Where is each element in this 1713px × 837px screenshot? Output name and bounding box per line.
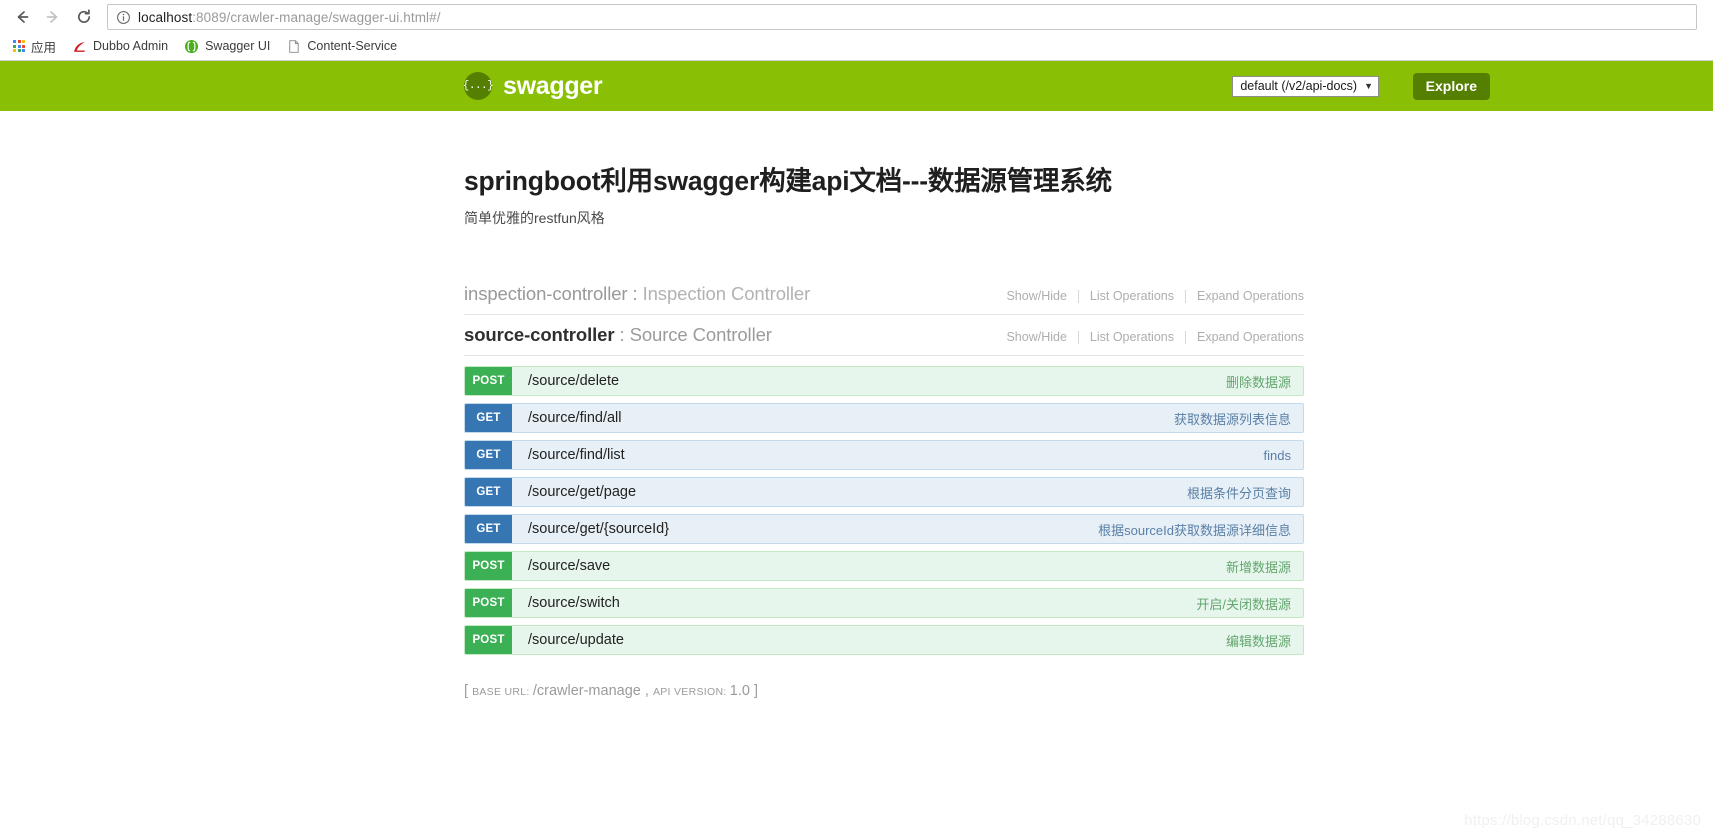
apps-grid-icon [13,40,25,52]
api-docs-select-value: default (/v2/api-docs) [1240,79,1358,93]
bookmark-swagger-ui-label: Swagger UI [205,39,271,53]
page-subtitle: 简单优雅的restfun风格 [464,210,605,226]
footer-close-bracket: ] [753,683,759,699]
swagger-logo-icon [185,39,199,53]
header-controls: default (/v2/api-docs) ▼ [1232,75,1379,97]
operation-method-badge: POST [465,367,512,395]
operation-method-badge: POST [465,626,512,654]
resource-id: inspection-controller [464,283,628,304]
page-document-icon [289,39,300,53]
operation-description: 新增数据源 [1225,559,1291,575]
base-url-label: BASE URL [472,686,527,698]
bookmark-dubbo-admin[interactable]: Dubbo Admin [65,35,175,57]
resource-title[interactable]: source-controller : Source Controller [464,324,772,346]
operation-path[interactable]: /source/update [512,626,1226,654]
bookmark-apps[interactable]: 应用 [6,35,63,57]
bookmark-dubbo-admin-label: Dubbo Admin [93,39,169,53]
resource-header: inspection-controller : Inspection Contr… [464,274,1304,315]
base-url-value: /crawler-manage [532,683,641,699]
chevron-down-icon: ▼ [1364,81,1373,91]
address-bar-host: localhost [138,9,193,25]
operation-path[interactable]: /source/get/{sourceId} [512,515,1098,543]
resource-op-links: Show/Hide List Operations Expand Operati… [1006,330,1304,344]
resource-separator: : [614,324,630,345]
address-bar[interactable]: localhost:8089/crawler-manage/swagger-ui… [107,4,1697,30]
list-operations-link[interactable]: List Operations [1079,289,1185,303]
bookmark-content-service-label: Content-Service [307,39,398,53]
api-docs-select[interactable]: default (/v2/api-docs) ▼ [1232,75,1379,97]
expand-operations-link[interactable]: Expand Operations [1186,330,1304,344]
dubbo-logo-icon [74,41,85,52]
bookmark-apps-label: 应用 [31,40,57,55]
back-button[interactable] [8,3,36,31]
operation-path[interactable]: /source/save [512,552,1226,580]
operation-row[interactable]: GET/source/find/all 获取数据源列表信息 [464,403,1304,433]
operation-path[interactable]: /source/delete [512,367,1226,395]
resource-header: source-controller : Source Controller Sh… [464,315,1304,356]
swagger-header-bar: {...} swagger default (/v2/api-docs) ▼ E… [0,61,1713,111]
resource-inspection-controller: inspection-controller : Inspection Contr… [464,274,1304,315]
forward-button[interactable] [39,3,67,31]
operation-description: 获取数据源列表信息 [1173,411,1291,427]
operation-row[interactable]: GET/source/get/page 根据条件分页查询 [464,477,1304,507]
operation-description: 根据sourceId获取数据源详细信息 [1098,522,1291,538]
operation-row[interactable]: POST/source/switch 开启/关闭数据源 [464,588,1304,618]
operation-method-badge: POST [465,589,512,617]
footer-open-bracket: [ [464,683,469,699]
explore-button[interactable]: Explore [1412,72,1490,100]
swagger-logo-group[interactable]: {...} swagger [463,71,603,101]
operation-description: 编辑数据源 [1225,633,1291,649]
resource-title[interactable]: inspection-controller : Inspection Contr… [464,283,810,305]
operation-description: 删除数据源 [1225,374,1291,390]
list-operations-link[interactable]: List Operations [1079,330,1185,344]
operation-row[interactable]: GET/source/find/list finds [464,440,1304,470]
operation-description: finds [1263,447,1291,463]
resource-source-controller: source-controller : Source Controller Sh… [464,315,1304,655]
operation-path[interactable]: /source/switch [512,589,1196,617]
resource-separator: : [627,283,643,304]
bookmark-content-service[interactable]: Content-Service [279,35,404,57]
operation-method-badge: GET [465,404,512,432]
operation-path[interactable]: /source/find/all [512,404,1174,432]
swagger-content: springboot利用swagger构建api文档---数据源管理系统 简单优… [0,111,1713,699]
watermark-text: https://blog.csdn.net/qq_34288630 [1464,812,1701,829]
operation-method-badge: GET [465,441,512,469]
show-hide-link[interactable]: Show/Hide [1006,330,1077,344]
reload-button[interactable] [70,3,98,31]
operation-row[interactable]: POST/source/delete 删除数据源 [464,366,1304,396]
resource-description: Source Controller [629,324,772,345]
operation-description: 根据条件分页查询 [1186,485,1291,501]
operation-row[interactable]: GET/source/get/{sourceId} 根据sourceId获取数据源… [464,514,1304,544]
operation-method-badge: POST [465,552,512,580]
operation-list: POST/source/delete 删除数据源 GET/source/find/a… [464,366,1304,655]
swagger-wordmark: swagger [503,71,603,100]
browser-chrome: localhost:8089/crawler-manage/swagger-ui… [0,0,1713,61]
operation-path[interactable]: /source/get/page [512,478,1187,506]
operation-method-badge: GET [465,515,512,543]
swagger-brace-logo-icon: {...} [463,72,494,100]
api-info-footer: [ BASE URL: /crawler-manage , API VERSIO… [464,683,1304,699]
address-bar-path: :8089/crawler-manage/swagger-ui.html#/ [192,9,441,25]
operation-description: 开启/关闭数据源 [1196,596,1291,612]
operation-row[interactable]: POST/source/update 编辑数据源 [464,625,1304,655]
resource-op-links: Show/Hide List Operations Expand Operati… [1006,289,1304,303]
bookmark-swagger-ui[interactable]: Swagger UI [177,35,277,57]
show-hide-link[interactable]: Show/Hide [1006,289,1077,303]
api-version-value: 1.0 [729,683,750,699]
info-circle-icon[interactable] [116,10,131,25]
address-bar-text: localhost:8089/crawler-manage/swagger-ui… [138,10,441,25]
operation-method-badge: GET [465,478,512,506]
bookmarks-bar: 应用 Dubbo Admin Swagger UI Content-Servic… [0,34,1713,60]
api-version-label: API VERSION [652,686,724,698]
operation-path[interactable]: /source/find/list [512,441,1264,469]
browser-nav-bar: localhost:8089/crawler-manage/swagger-ui… [0,0,1713,34]
page-title: springboot利用swagger构建api文档---数据源管理系统 [464,166,1112,196]
resource-id: source-controller [464,324,615,345]
footer-comma: , [640,683,653,699]
expand-operations-link[interactable]: Expand Operations [1186,289,1304,303]
resource-description: Inspection Controller [642,283,811,304]
operation-row[interactable]: POST/source/save 新增数据源 [464,551,1304,581]
